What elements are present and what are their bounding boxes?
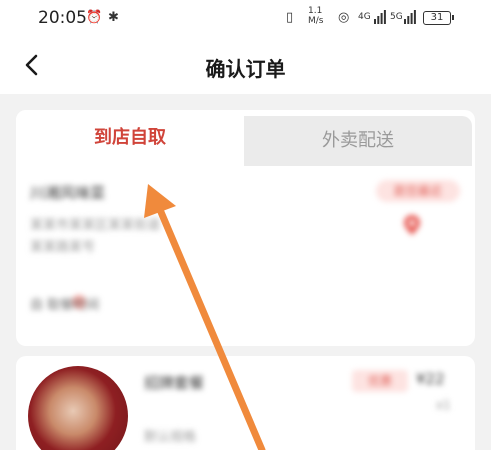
bluetooth-icon: ✱	[108, 10, 119, 25]
product-card: 招牌套餐 优惠 ¥22 x1 默认规格	[16, 356, 475, 450]
status-time: 20:05	[38, 8, 87, 28]
signal-4g: 4G	[358, 12, 371, 22]
product-spec: 默认规格	[144, 430, 197, 445]
page-title: 确认订单	[205, 57, 286, 81]
store-tag: 距您最近	[376, 180, 460, 202]
pickup-time[interactable]: 自 取餐时间	[30, 294, 99, 313]
store-name: 川湘风味菜	[30, 184, 106, 202]
product-quantity: x1	[436, 398, 451, 412]
vibrate-icon: ▯	[286, 10, 294, 25]
product-tag: 优惠	[352, 370, 408, 392]
alarm-icon: ⏰	[86, 10, 103, 25]
signal-5g: 5G	[390, 12, 403, 22]
store-address: 某某市某某区某某街道	[30, 218, 161, 233]
tab-pickup[interactable]: 到店自取	[16, 110, 244, 166]
header: 确认订单	[0, 38, 491, 94]
order-confirm-screen: 20:05 ⏰ ✱ ▯ 1.1 M/s ◎ 4G 5G 31 确认订单 到店自取…	[0, 0, 491, 450]
signal-bars-icon	[374, 10, 386, 29]
product-name: 招牌套餐	[144, 374, 205, 392]
store-address-line2: 某某路某号	[30, 240, 96, 255]
net-speed: 1.1 M/s	[308, 6, 324, 26]
product-price: ¥22	[416, 370, 445, 388]
product-image	[28, 366, 128, 450]
location-pin-icon[interactable]	[402, 214, 422, 236]
hotspot-icon: ◎	[338, 10, 350, 25]
battery-indicator: 31	[423, 11, 454, 25]
order-type-card: 到店自取 外卖配送 川湘风味菜 距您最近 某某市某某区某某街道 某某路某号 自 …	[16, 110, 475, 346]
signal-bars-icon	[404, 10, 416, 29]
tab-delivery[interactable]: 外卖配送	[244, 116, 472, 166]
status-bar: 20:05 ⏰ ✱ ▯ 1.1 M/s ◎ 4G 5G 31	[0, 0, 491, 38]
